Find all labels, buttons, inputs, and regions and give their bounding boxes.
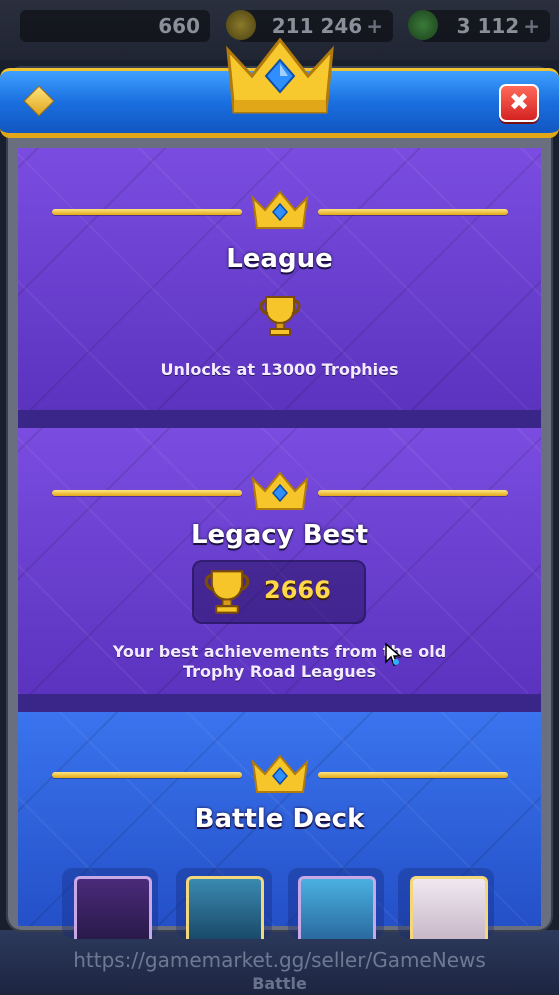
legacy-desc-line2: Trophy Road Leagues (182, 662, 377, 681)
gem-value: 3 112 (456, 14, 520, 38)
gold-divider-right (318, 209, 508, 215)
crown-icon (251, 754, 309, 793)
league-panel: League Unlocks at 13000 Trophies (18, 148, 541, 410)
resource-value: 660 (158, 14, 200, 38)
gold-divider-right (318, 772, 508, 778)
battle-tab-label[interactable]: Battle (0, 974, 559, 993)
gold-plus-icon[interactable]: + (366, 14, 383, 38)
crown-icon (251, 190, 309, 229)
gold-divider-right (318, 490, 508, 496)
close-icon[interactable]: ✖ (509, 88, 529, 116)
league-unlock-text: Unlocks at 13000 Trophies (160, 360, 399, 379)
resource-counter-1: 660 (20, 10, 210, 42)
gem-icon (408, 10, 438, 40)
section-divider (18, 410, 541, 428)
battle-deck-title: Battle Deck (194, 804, 365, 834)
gem-counter[interactable]: 3 112 + (408, 10, 550, 42)
gold-divider-left (52, 209, 242, 215)
deck-card-2[interactable] (186, 876, 264, 939)
section-divider (18, 694, 541, 712)
trophy-icon (259, 296, 301, 336)
league-title: League (226, 244, 333, 274)
gold-divider-left (52, 490, 242, 496)
crown-icon (251, 471, 309, 510)
legacy-best-title: Legacy Best (190, 520, 369, 550)
gold-value: 211 246 (271, 14, 363, 38)
legacy-desc-line1: Your best achievements from the old (112, 642, 447, 661)
trophy-icon (204, 570, 250, 614)
deck-card-3[interactable] (298, 876, 376, 939)
legacy-record-badge: 2666 (192, 560, 366, 624)
legacy-best-panel: Legacy Best 2666 Your best achievements … (18, 428, 541, 694)
legacy-record-value: 2666 (264, 576, 331, 604)
gold-divider-left (52, 772, 242, 778)
watermark-text: https://gamemarket.gg/seller/GameNews (73, 948, 486, 972)
crown-icon (226, 37, 334, 114)
deck-card-1[interactable] (74, 876, 152, 939)
deck-card-4[interactable] (410, 876, 488, 939)
close-button[interactable]: ✖ (499, 84, 539, 122)
cursor-icon (385, 642, 402, 666)
gem-plus-icon[interactable]: + (523, 14, 540, 38)
